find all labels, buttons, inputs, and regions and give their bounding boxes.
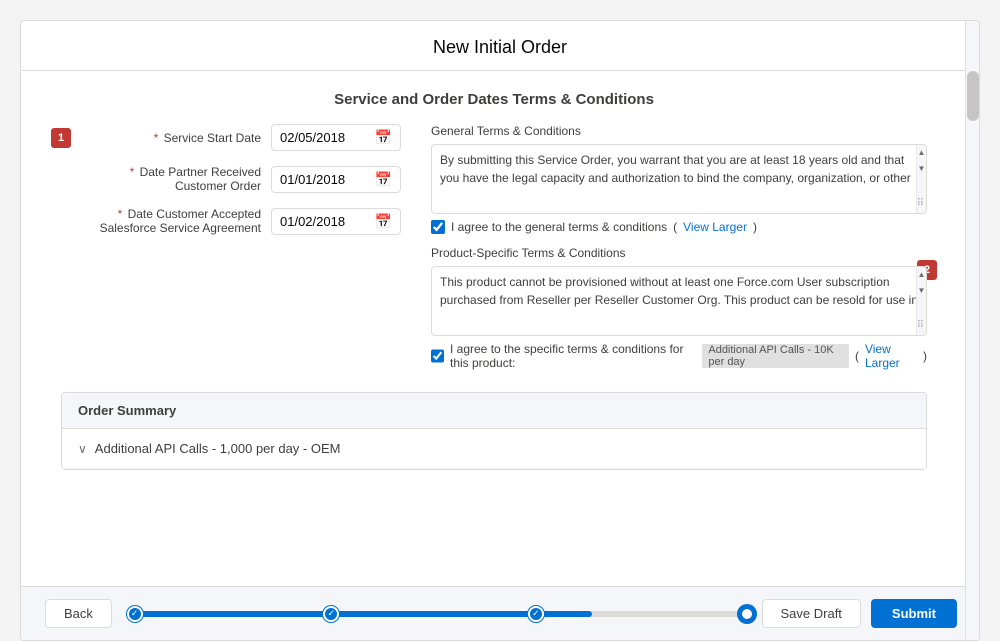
general-terms-view-larger[interactable]: View Larger [683,220,747,234]
submit-button[interactable]: Submit [871,599,957,628]
general-terms-paren-close: ) [753,220,757,234]
customer-accepted-label: * Date Customer Accepted Salesforce Serv… [81,207,261,235]
general-terms-agree-text: I agree to the general terms & condition… [451,220,667,234]
scrollbar-track[interactable] [965,21,979,640]
order-summary-header: Order Summary [62,393,926,429]
product-scroll-up-arrow[interactable]: ▲ [918,267,926,283]
partner-received-label: * Date Partner Received Customer Order [81,165,261,193]
progress-dot-4 [739,606,755,622]
scrollbar-thumb[interactable] [967,71,979,121]
product-terms-box: This product cannot be provisioned witho… [431,266,927,336]
modal-body: Service and Order Dates Terms & Conditio… [21,71,979,586]
progress-dot-1: ✓ [127,606,143,622]
order-summary-row-label: Additional API Calls - 1,000 per day - O… [95,441,341,456]
calendar-icon-1[interactable]: 📅 [375,129,392,146]
product-terms-product-name: Additional API Calls - 10K per day [702,344,849,368]
product-terms-check-row: I agree to the specific terms & conditio… [431,342,927,370]
service-start-date-value: 02/05/2018 [280,130,345,145]
product-scroll-down-arrow[interactable]: ▼ [918,283,926,299]
partner-received-date-value: 01/01/2018 [280,172,345,187]
scroll-up-arrow[interactable]: ▲ [918,145,926,161]
calendar-icon-3[interactable]: 📅 [375,213,392,230]
general-terms-label: General Terms & Conditions [431,124,927,138]
back-button[interactable]: Back [45,599,112,628]
center-wrap: New Initial Order Service and Order Date… [0,0,1000,641]
general-terms-checkbox[interactable] [431,220,445,234]
service-start-date-input[interactable]: 02/05/2018 📅 [271,124,401,151]
order-summary-section: Order Summary ∨ Additional API Calls - 1… [61,392,927,470]
product-terms-view-larger[interactable]: View Larger [865,342,917,370]
progress-fill [127,611,592,617]
section-title: Service and Order Dates Terms & Conditio… [61,71,927,124]
calendar-icon-2[interactable]: 📅 [375,171,392,188]
footer-right: Save Draft Submit [762,599,957,628]
product-terms-paren-close: ) [923,349,927,363]
right-col: General Terms & Conditions By submitting… [431,124,927,382]
required-star-2: * [130,165,135,179]
general-terms-wrapper: By submitting this Service Order, you wa… [431,144,927,214]
form-row-customer-accepted: * Date Customer Accepted Salesforce Serv… [61,207,401,235]
progress-dot-2: ✓ [323,606,339,622]
resize-grip: ⠿ [917,196,924,211]
customer-accepted-date-value: 01/02/2018 [280,214,345,229]
modal-footer: Back ✓ ✓ ✓ Save Draft Submit [21,586,980,640]
badge-1: 1 [51,128,71,148]
two-columns: 1 * Service Start Date 02/05/2018 📅 [61,124,927,382]
outer-container: New Initial Order Service and Order Date… [0,0,1000,641]
progress-bar: ✓ ✓ ✓ [127,611,747,617]
product-terms-agree-text: I agree to the specific terms & conditio… [450,342,696,370]
customer-accepted-date-input[interactable]: 01/02/2018 📅 [271,208,401,235]
partner-received-date-input[interactable]: 01/01/2018 📅 [271,166,401,193]
product-terms-checkbox[interactable] [431,349,444,363]
modal-title: New Initial Order [21,21,979,71]
order-summary-row[interactable]: ∨ Additional API Calls - 1,000 per day -… [62,429,926,469]
form-row-service-start: 1 * Service Start Date 02/05/2018 📅 [61,124,401,151]
progress-dot-3: ✓ [528,606,544,622]
chevron-down-icon: ∨ [78,442,87,456]
product-terms-paren-open: ( [855,349,859,363]
save-draft-button[interactable]: Save Draft [762,599,861,628]
left-col: 1 * Service Start Date 02/05/2018 📅 [61,124,401,382]
form-row-partner-received: * Date Partner Received Customer Order 0… [61,165,401,193]
product-resize-grip: ⠿ [917,318,924,333]
modal-container: New Initial Order Service and Order Date… [20,20,980,641]
general-terms-check-row: I agree to the general terms & condition… [431,220,927,234]
service-start-label: * Service Start Date [154,131,261,145]
product-terms-text: This product cannot be provisioned witho… [440,273,918,309]
general-terms-box: By submitting this Service Order, you wa… [431,144,927,214]
scroll-down-arrow[interactable]: ▼ [918,161,926,177]
general-terms-text: By submitting this Service Order, you wa… [440,151,918,187]
product-terms-wrapper: 2 This product cannot be provisioned wit… [431,266,927,336]
required-star: * [154,131,159,145]
required-star-3: * [118,207,123,221]
product-terms-label: Product-Specific Terms & Conditions [431,246,927,260]
general-terms-paren-open: ( [673,220,677,234]
